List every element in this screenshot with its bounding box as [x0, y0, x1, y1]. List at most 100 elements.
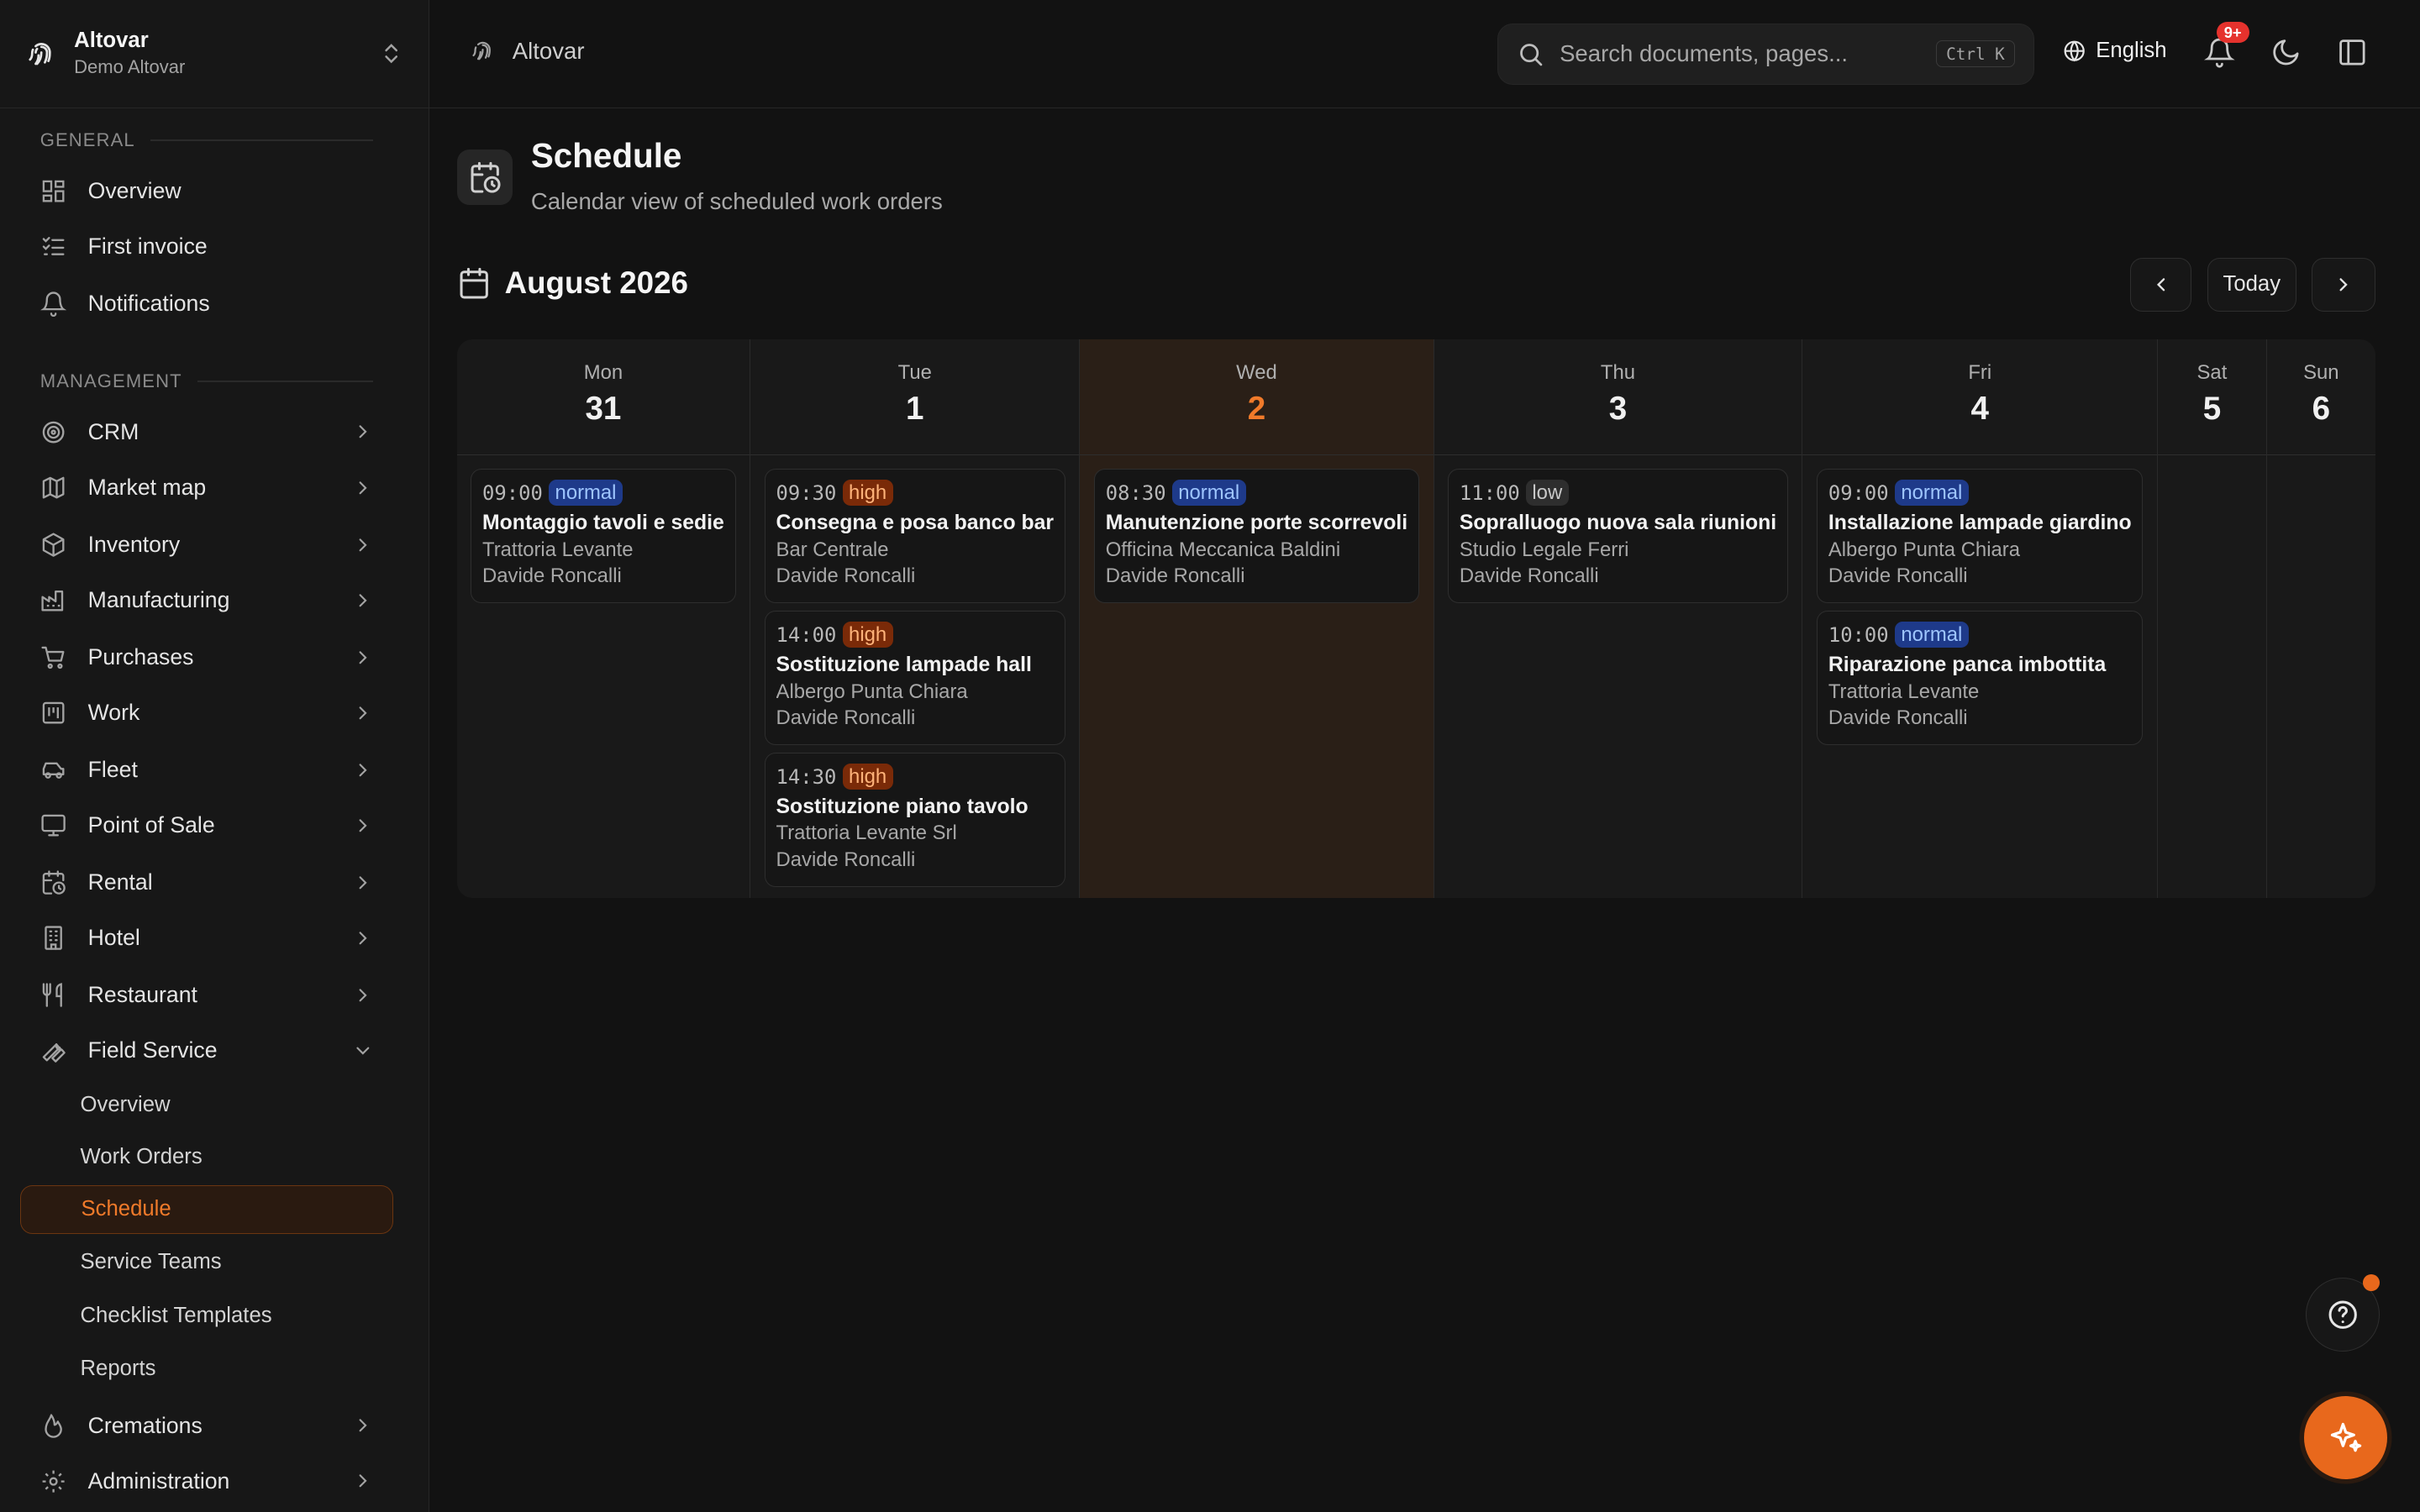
work-order-technician: Davide Roncalli: [776, 848, 916, 872]
topbar: Altovar Search documents, pages... Ctrl …: [429, 0, 2420, 108]
day-events: 09:00 normal Montaggio tavoli e sedie Tratt…: [457, 455, 750, 604]
work-order-time: 09:00: [482, 480, 543, 505]
month-title: August 2026: [504, 265, 688, 300]
sidebar-item-field-service[interactable]: Field Service: [22, 1026, 392, 1075]
sidebar-subitem-work-orders[interactable]: Work Orders: [20, 1132, 393, 1182]
work-order-card[interactable]: 10:00 normal Riparazione panca imbottita Tr…: [1817, 611, 2144, 746]
sidebar-item-overview[interactable]: Overview: [22, 166, 392, 216]
chevron-right-icon: [2339, 278, 2348, 291]
work-order-customer: Trattoria Levante Srl: [776, 822, 957, 845]
sidebar-subitem-schedule[interactable]: Schedule: [19, 1184, 394, 1235]
day-column-fri[interactable]: Fri 4 09:00 normal Installazione lampade gia…: [1802, 339, 2158, 898]
ai-assistant-button[interactable]: [2304, 1396, 2388, 1480]
sidebar-item-rental[interactable]: Rental: [22, 858, 392, 907]
work-order-card[interactable]: 14:30 high Sostituzione piano tavolo Tratto…: [764, 753, 1065, 888]
work-order-title: Sostituzione lampade hall: [776, 653, 1032, 676]
work-order-meta: 14:30 high: [776, 763, 1055, 790]
day-name: Mon: [583, 360, 623, 384]
globe-icon: [2064, 40, 2085, 62]
day-events: 09:00 normal Installazione lampade giardin…: [1802, 455, 2157, 746]
chevron-right-icon: [359, 932, 367, 945]
day-date: 4: [1970, 391, 1989, 428]
day-date: 1: [906, 391, 924, 428]
work-order-card[interactable]: 09:30 high Consegna e posa banco bar Bar Ce…: [764, 469, 1065, 604]
help-circle-icon: [2328, 1300, 2357, 1329]
sidebar-item-label: Administration: [87, 1467, 230, 1494]
work-order-meta: 10:00 normal: [1828, 621, 2132, 648]
work-order-card[interactable]: 11:00 low Sopralluogo nuova sala riunioni S…: [1448, 469, 1788, 604]
work-order-title: Montaggio tavoli e sedie: [482, 511, 724, 534]
day-column-mon[interactable]: Mon 31 09:00 normal Montaggio tavoli e sedie…: [456, 339, 751, 898]
sidebar-item-label: Hotel: [87, 925, 140, 951]
work-order-title: Riparazione panca imbottita: [1828, 653, 2107, 676]
chevron-right-icon: [359, 1474, 367, 1488]
work-order-meta: 09:00 normal: [1828, 479, 2132, 507]
today-button[interactable]: Today: [2207, 257, 2297, 312]
work-order-card[interactable]: 14:00 high Sostituzione lampade hall Alberg…: [764, 611, 1065, 746]
sidebar-item-restaurant[interactable]: Restaurant: [22, 970, 392, 1020]
sidebar-subitem-overview[interactable]: Overview: [20, 1080, 393, 1130]
sidebar-item-notifications[interactable]: Notifications: [22, 279, 392, 328]
day-date: 5: [2202, 391, 2222, 428]
sidebar-item-point-of-sale[interactable]: Point of Sale: [22, 801, 392, 850]
work-order-time: 14:30: [776, 764, 837, 789]
sidebar-item-label: Purchases: [87, 643, 194, 669]
work-order-meta: 08:30 normal: [1106, 479, 1407, 507]
chevron-right-icon: [359, 989, 367, 1002]
sidebar-item-cremations[interactable]: Cremations: [22, 1401, 392, 1451]
day-column-sun[interactable]: Sun 6: [2266, 339, 2375, 898]
chevron-right-icon: [359, 706, 367, 720]
day-column-sat[interactable]: Sat 5: [2157, 339, 2267, 898]
work-order-title: Sopralluogo nuova sala riunioni: [1459, 511, 1777, 534]
work-order-customer: Bar Centrale: [776, 538, 889, 561]
page-subtitle: Calendar view of scheduled work orders: [530, 188, 943, 215]
day-header: Tue 1: [750, 339, 1080, 455]
day-events: 09:30 high Consegna e posa banco bar Bar Ce…: [750, 455, 1079, 888]
work-order-time: 09:30: [776, 480, 837, 505]
language-selector[interactable]: English: [2062, 39, 2167, 63]
work-order-technician: Davide Roncalli: [1828, 706, 1968, 730]
work-order-card[interactable]: 08:30 normal Manutenzione porte scorrevoli…: [1093, 469, 1419, 604]
work-order-technician: Davide Roncalli: [482, 564, 622, 588]
fingerprint-icon: [472, 41, 492, 60]
sidebar-item-hotel[interactable]: Hotel: [22, 913, 392, 963]
next-week-button[interactable]: [2312, 257, 2375, 312]
chevron-right-icon: [359, 819, 367, 832]
sidebar-item-manufacturing[interactable]: Manufacturing: [22, 575, 392, 625]
work-order-card[interactable]: 09:00 normal Montaggio tavoli e sedie Tratt…: [471, 469, 736, 604]
sidebar-subitem-service-teams[interactable]: Service Teams: [20, 1237, 393, 1287]
work-order-technician: Davide Roncalli: [776, 564, 916, 588]
work-order-meta: 09:30 high: [776, 479, 1055, 507]
sidebar-item-work[interactable]: Work: [22, 688, 392, 738]
sidebar-subitem-reports[interactable]: Reports: [20, 1344, 393, 1394]
sidebar-item-market-map[interactable]: Market map: [22, 463, 392, 512]
sidebar-item-purchases[interactable]: Purchases: [22, 633, 392, 682]
chevrons-up-down-icon: [385, 44, 397, 64]
monitor-icon: [41, 814, 66, 837]
sidebar-item-crm[interactable]: CRM: [22, 407, 392, 457]
sidebar-toggle-icon[interactable]: [2337, 37, 2368, 68]
moon-icon[interactable]: [2270, 37, 2302, 68]
sidebar-item-inventory[interactable]: Inventory: [22, 520, 392, 570]
work-order-card[interactable]: 09:00 normal Installazione lampade giardin…: [1817, 469, 2144, 604]
calendar-clock-icon: [42, 870, 66, 895]
org-switcher[interactable]: Altovar Demo Altovar: [0, 0, 429, 108]
work-order-title: Consegna e posa banco bar: [776, 511, 1055, 534]
day-header: Mon 31: [456, 339, 750, 455]
priority-badge: high: [842, 622, 893, 648]
sidebar-item-first-invoice[interactable]: First invoice: [22, 222, 392, 271]
sidebar-item-fleet[interactable]: Fleet: [22, 745, 392, 795]
dashboard-icon: [42, 180, 65, 202]
breadcrumb[interactable]: Altovar: [469, 37, 585, 65]
page-title: Schedule: [530, 135, 682, 175]
day-column-wed[interactable]: Wed 2 08:30 normal Manutenzione porte scorre…: [1080, 339, 1434, 898]
day-column-thu[interactable]: Thu 3 11:00 low Sopralluogo nuova sala riuni…: [1434, 339, 1803, 898]
sidebar-item-label: Rental: [87, 869, 153, 895]
previous-week-button[interactable]: [2129, 257, 2192, 312]
sidebar-item-administration[interactable]: Administration: [22, 1457, 392, 1506]
search-input[interactable]: Search documents, pages... Ctrl K: [1497, 23, 2034, 86]
gear-icon: [42, 1470, 65, 1493]
sidebar-subitem-checklist-templates[interactable]: Checklist Templates: [20, 1291, 393, 1341]
car-icon: [42, 762, 65, 779]
day-column-tue[interactable]: Tue 1 09:30 high Consegna e posa banco bar Ba…: [750, 339, 1081, 898]
